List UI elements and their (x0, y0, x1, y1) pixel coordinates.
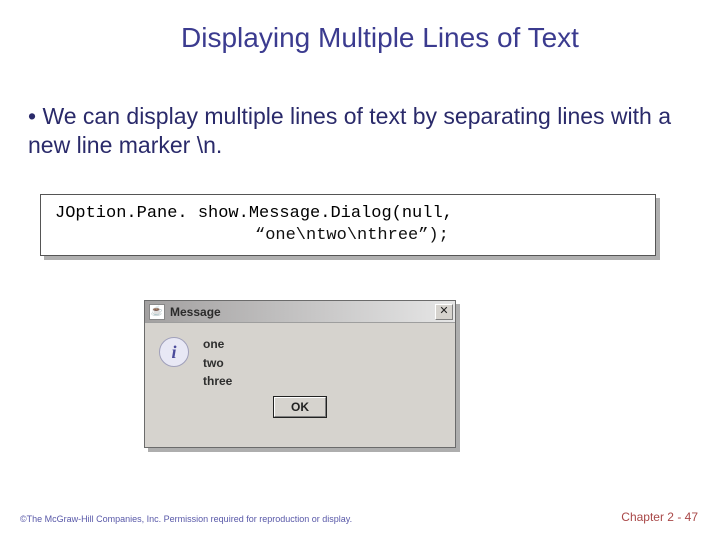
dialog-titlebar: ☕ Message ✕ (145, 301, 455, 323)
close-button[interactable]: ✕ (435, 304, 453, 320)
slide-title: Displaying Multiple Lines of Text (40, 0, 720, 54)
bullet-text: We can display multiple lines of text by… (28, 102, 692, 160)
info-icon: i (159, 337, 189, 367)
footer-chapter: Chapter 2 - 47 (621, 510, 698, 524)
java-icon: ☕ (149, 304, 165, 320)
message-line-1: one (203, 335, 232, 354)
message-text: one two three (203, 335, 232, 391)
message-dialog: ☕ Message ✕ i one two three OK (144, 300, 456, 448)
footer-copyright: ©The McGraw-Hill Companies, Inc. Permiss… (20, 514, 352, 524)
code-box: JOption.Pane. show.Message.Dialog(null, … (40, 194, 656, 256)
bullet-area: We can display multiple lines of text by… (28, 102, 692, 160)
message-line-2: two (203, 354, 232, 373)
code-line-2: “one\ntwo\nthree”); (55, 225, 641, 247)
ok-button[interactable]: OK (274, 397, 326, 417)
dialog-title-text: Message (170, 305, 221, 319)
code-line-1: JOption.Pane. show.Message.Dialog(null, (55, 203, 641, 225)
message-line-3: three (203, 372, 232, 391)
